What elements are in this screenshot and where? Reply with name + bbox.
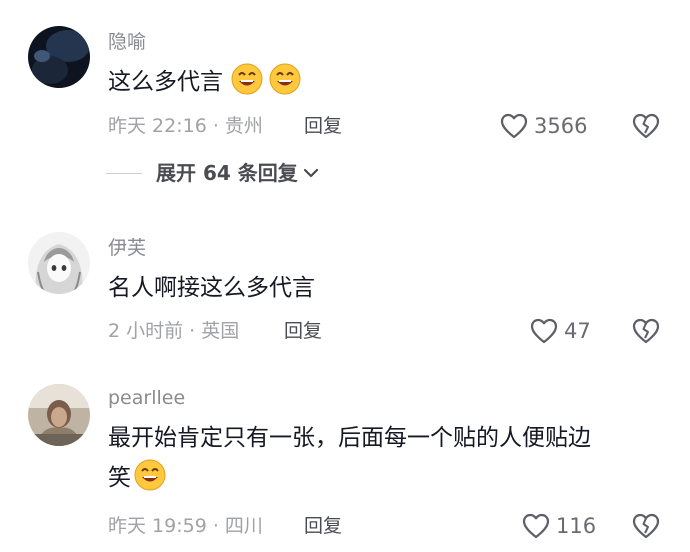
comment-text: 最开始肯定只有一张，后面每一个贴的人便贴边 笑: [108, 418, 668, 498]
comment-text: 这么多代言: [108, 62, 668, 102]
like-button[interactable]: 116: [522, 513, 596, 539]
avatar[interactable]: [28, 232, 90, 294]
expand-replies-button[interactable]: 展开 64 条回复: [106, 160, 320, 186]
smile-emoji-icon: [268, 63, 302, 95]
comment-time-location: 昨天 19:59 · 四川: [108, 515, 263, 537]
dislike-button[interactable]: [632, 113, 660, 143]
comment-time-location: 昨天 22:16 · 贵州: [108, 115, 263, 137]
like-button[interactable]: 47: [530, 318, 591, 344]
heart-outline-icon: [522, 513, 550, 539]
like-count: 47: [564, 319, 591, 343]
divider-line: [106, 172, 142, 174]
comment-username[interactable]: pearllee: [108, 386, 185, 410]
avatar[interactable]: [28, 26, 90, 88]
smile-emoji-icon: [230, 63, 264, 95]
comment-text-body: 名人啊接这么多代言: [108, 275, 315, 301]
reply-button[interactable]: 回复: [304, 513, 342, 539]
comment-text: 名人啊接这么多代言: [108, 268, 668, 308]
heart-outline-icon: [500, 113, 528, 139]
dislike-button[interactable]: [632, 513, 660, 543]
heart-outline-icon: [530, 318, 558, 344]
comment-text-body: 这么多代言: [108, 69, 223, 95]
reply-button[interactable]: 回复: [304, 113, 342, 139]
like-count: 116: [556, 514, 597, 538]
reply-button[interactable]: 回复: [284, 318, 322, 344]
avatar[interactable]: [28, 384, 90, 446]
comment-username[interactable]: 隐喻: [108, 30, 146, 54]
like-button[interactable]: 3566: [500, 113, 587, 139]
comment-text-line-2-text: 笑: [108, 465, 131, 491]
like-count: 3566: [534, 114, 588, 138]
comment-text-line-2: 笑: [108, 458, 668, 498]
broken-heart-icon: [632, 113, 660, 139]
chevron-down-icon: [303, 168, 318, 178]
comment-time-location: 2 小时前 · 英国: [108, 320, 240, 342]
expand-replies-label: 展开 64 条回复: [156, 161, 298, 185]
comment-text-line: 最开始肯定只有一张，后面每一个贴的人便贴边: [108, 425, 591, 451]
comment-username[interactable]: 伊芙: [108, 236, 146, 260]
smile-emoji-icon: [133, 459, 167, 491]
broken-heart-icon: [632, 318, 660, 344]
dislike-button[interactable]: [632, 318, 660, 348]
broken-heart-icon: [632, 513, 660, 539]
